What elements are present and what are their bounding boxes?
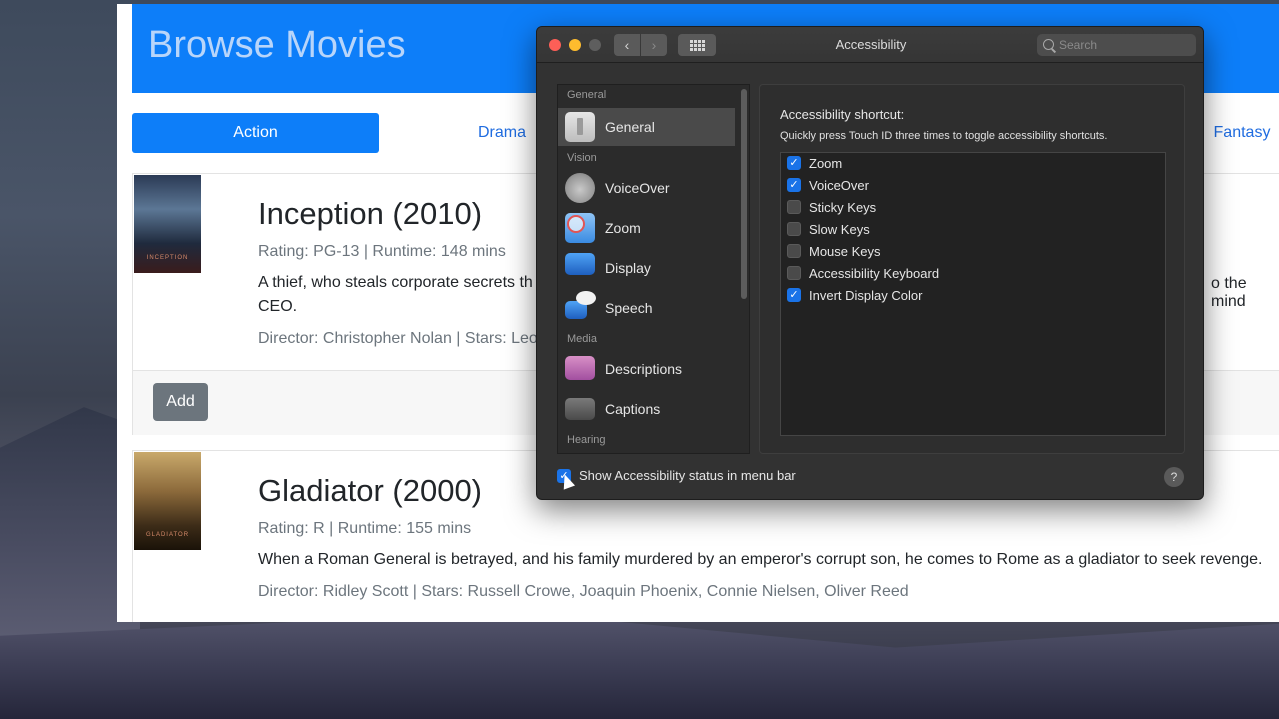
tab-fantasy[interactable]: Fantasy xyxy=(1202,113,1279,153)
voiceover-icon xyxy=(565,173,595,203)
checkbox[interactable] xyxy=(787,266,801,280)
site-title: Browse Movies xyxy=(148,24,406,66)
window-title: Accessibility xyxy=(835,37,907,52)
movie-credits: Director: Ridley Scott | Stars: Russell … xyxy=(258,583,909,600)
sidebar-section-general: General xyxy=(567,89,607,101)
option-label: Mouse Keys xyxy=(809,243,881,259)
add-button[interactable]: Add xyxy=(153,383,208,421)
show-all-button[interactable] xyxy=(678,34,716,56)
option-label: Sticky Keys xyxy=(809,199,877,215)
sidebar-section-media: Media xyxy=(567,333,597,345)
movie-description: When a Roman General is betrayed, and hi… xyxy=(258,551,1263,568)
sidebar-item-label: Zoom xyxy=(605,220,641,236)
sidebar-section-vision: Vision xyxy=(567,152,597,164)
checkbox[interactable] xyxy=(787,244,801,258)
option-label: Invert Display Color xyxy=(809,287,923,303)
movie-description-right: o the mind xyxy=(1211,275,1247,310)
sidebar-item-speech[interactable]: Speech xyxy=(558,289,735,327)
help-button[interactable]: ? xyxy=(1164,467,1184,487)
captions-icon xyxy=(565,398,595,420)
descriptions-icon xyxy=(565,356,595,380)
poster-title: GLADIATOR xyxy=(145,532,190,538)
movie-title: Gladiator (2000) xyxy=(258,473,483,508)
sidebar-scrollbar[interactable] xyxy=(741,89,747,299)
shortcut-option-zoom[interactable]: ✓ Zoom xyxy=(787,153,842,173)
shortcut-option-voiceover[interactable]: ✓ VoiceOver xyxy=(787,175,869,195)
checkbox[interactable]: ✓ xyxy=(787,178,801,192)
shortcut-option-accessibility-keyboard[interactable]: Accessibility Keyboard xyxy=(787,263,939,283)
status-label: Show Accessibility status in menu bar xyxy=(579,468,796,483)
option-label: Zoom xyxy=(809,155,843,171)
shortcut-title: Accessibility shortcut: xyxy=(780,107,905,122)
sidebar-item-general[interactable]: General xyxy=(558,108,735,146)
sidebar-item-display[interactable]: Display xyxy=(558,249,735,287)
movie-poster: GLADIATOR xyxy=(134,452,201,550)
window-titlebar: ‹ › Accessibility Search xyxy=(537,27,1203,63)
sidebar-item-voiceover[interactable]: VoiceOver xyxy=(558,169,735,207)
sidebar-item-zoom[interactable]: Zoom xyxy=(558,209,735,247)
movie-meta: Rating: R | Runtime: 155 mins xyxy=(258,520,472,537)
show-status-in-menu-bar[interactable]: ✓ Show Accessibility status in menu bar xyxy=(557,468,796,483)
movie-title: Inception (2010) xyxy=(258,196,483,231)
movie-poster: INCEPTION xyxy=(134,175,201,273)
movie-description-line2: CEO. xyxy=(258,298,298,315)
prefs-sidebar[interactable]: General General Vision VoiceOver Zoom Di… xyxy=(557,84,750,454)
shortcut-option-sticky-keys[interactable]: Sticky Keys xyxy=(787,197,876,217)
chevron-right-icon: › xyxy=(651,37,657,53)
general-icon xyxy=(565,112,595,142)
sidebar-item-label: Descriptions xyxy=(605,361,683,377)
movie-meta: Rating: PG-13 | Runtime: 148 mins xyxy=(258,243,506,260)
checkbox[interactable]: ✓ xyxy=(787,156,801,170)
movie-credits: Director: Christopher Nolan | Stars: Leo xyxy=(258,330,538,347)
sidebar-item-label: VoiceOver xyxy=(605,180,670,196)
zoom-icon xyxy=(565,213,595,243)
option-label: Slow Keys xyxy=(809,221,870,237)
shortcut-panel: Accessibility shortcut: Quickly press To… xyxy=(759,84,1185,454)
sidebar-item-label: Display xyxy=(605,260,651,276)
option-label: Accessibility Keyboard xyxy=(809,265,940,281)
forward-button[interactable]: › xyxy=(641,34,667,56)
sidebar-section-hearing: Hearing xyxy=(567,434,606,446)
movie-description: A thief, who steals corporate secrets th xyxy=(258,274,533,291)
back-button[interactable]: ‹ xyxy=(614,34,640,56)
sidebar-item-captions[interactable]: Captions xyxy=(558,390,735,428)
shortcut-option-invert-display-color[interactable]: ✓ Invert Display Color xyxy=(787,285,922,305)
accessibility-prefs-window: ‹ › Accessibility Search General General… xyxy=(536,26,1204,500)
shortcut-option-slow-keys[interactable]: Slow Keys xyxy=(787,219,870,239)
poster-title: INCEPTION xyxy=(146,255,189,261)
checkbox[interactable] xyxy=(787,222,801,236)
close-button[interactable] xyxy=(549,39,561,51)
checkbox[interactable]: ✓ xyxy=(787,288,801,302)
search-icon xyxy=(1043,39,1054,50)
sidebar-item-descriptions[interactable]: Descriptions xyxy=(558,350,735,388)
checkbox[interactable] xyxy=(787,200,801,214)
zoom-button[interactable] xyxy=(589,39,601,51)
shortcut-list: ✓ Zoom ✓ VoiceOver Sticky Keys Slow Keys… xyxy=(780,152,1166,436)
sidebar-item-label: Speech xyxy=(605,300,653,316)
search-input[interactable]: Search xyxy=(1037,34,1196,56)
sidebar-item-label: Captions xyxy=(605,401,661,417)
minimize-button[interactable] xyxy=(569,39,581,51)
shortcut-option-mouse-keys[interactable]: Mouse Keys xyxy=(787,241,881,261)
shortcut-subtitle: Quickly press Touch ID three times to to… xyxy=(780,130,1108,142)
option-label: VoiceOver xyxy=(809,177,869,193)
sidebar-item-label: General xyxy=(605,119,655,135)
display-icon xyxy=(565,253,595,275)
speech-bubble-icon xyxy=(576,291,596,305)
grid-icon xyxy=(689,39,705,51)
chevron-left-icon: ‹ xyxy=(624,37,630,53)
tab-action[interactable]: Action xyxy=(132,113,379,153)
